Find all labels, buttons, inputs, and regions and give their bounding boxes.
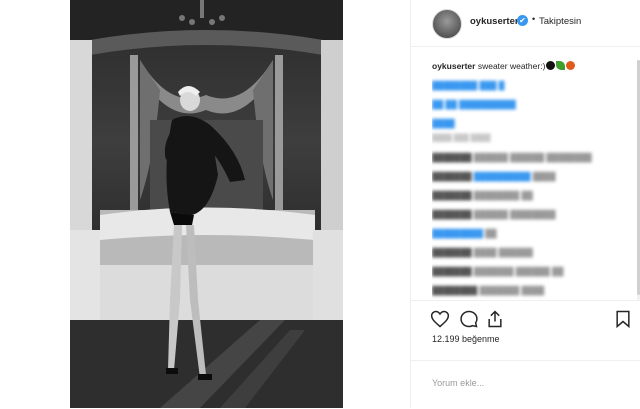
caption: oykuserter sweater weather:) [432, 60, 632, 72]
post-photo[interactable] [70, 0, 343, 408]
verified-badge-icon: ✔ [517, 15, 528, 26]
avatar[interactable] [432, 9, 462, 39]
photo-illustration [70, 0, 343, 408]
username-link[interactable]: oykuserter [470, 16, 519, 27]
comments-list[interactable]: oykuserter sweater weather:) ████████ ██… [432, 55, 632, 300]
apple-icon [566, 61, 576, 70]
leaf-icon [556, 61, 566, 70]
caption-text: sweater weather:) [477, 61, 546, 71]
black-heart-icon [546, 61, 556, 70]
post-header: oykuserter ✔ • Takiptesin [411, 0, 640, 47]
comment-icon[interactable] [459, 309, 479, 329]
following-button[interactable]: Takiptesin [539, 16, 581, 27]
likes-count[interactable]: 12.199 beğenme [432, 334, 500, 344]
bookmark-icon[interactable] [613, 309, 633, 329]
caption-username[interactable]: oykuserter [432, 61, 475, 71]
share-icon[interactable] [485, 309, 505, 329]
post-side-panel: oykuserter ✔ • Takiptesin oykuserter swe… [410, 0, 640, 408]
comment-input[interactable] [432, 375, 622, 391]
heart-icon[interactable] [430, 309, 450, 329]
blurred-comments: ████████ ███ █ ██ ██ ██████████ ████ ███… [432, 81, 592, 295]
separator-dot: • [532, 14, 536, 24]
action-bar: 12.199 beğenme [411, 300, 640, 361]
comment-box [411, 360, 640, 409]
